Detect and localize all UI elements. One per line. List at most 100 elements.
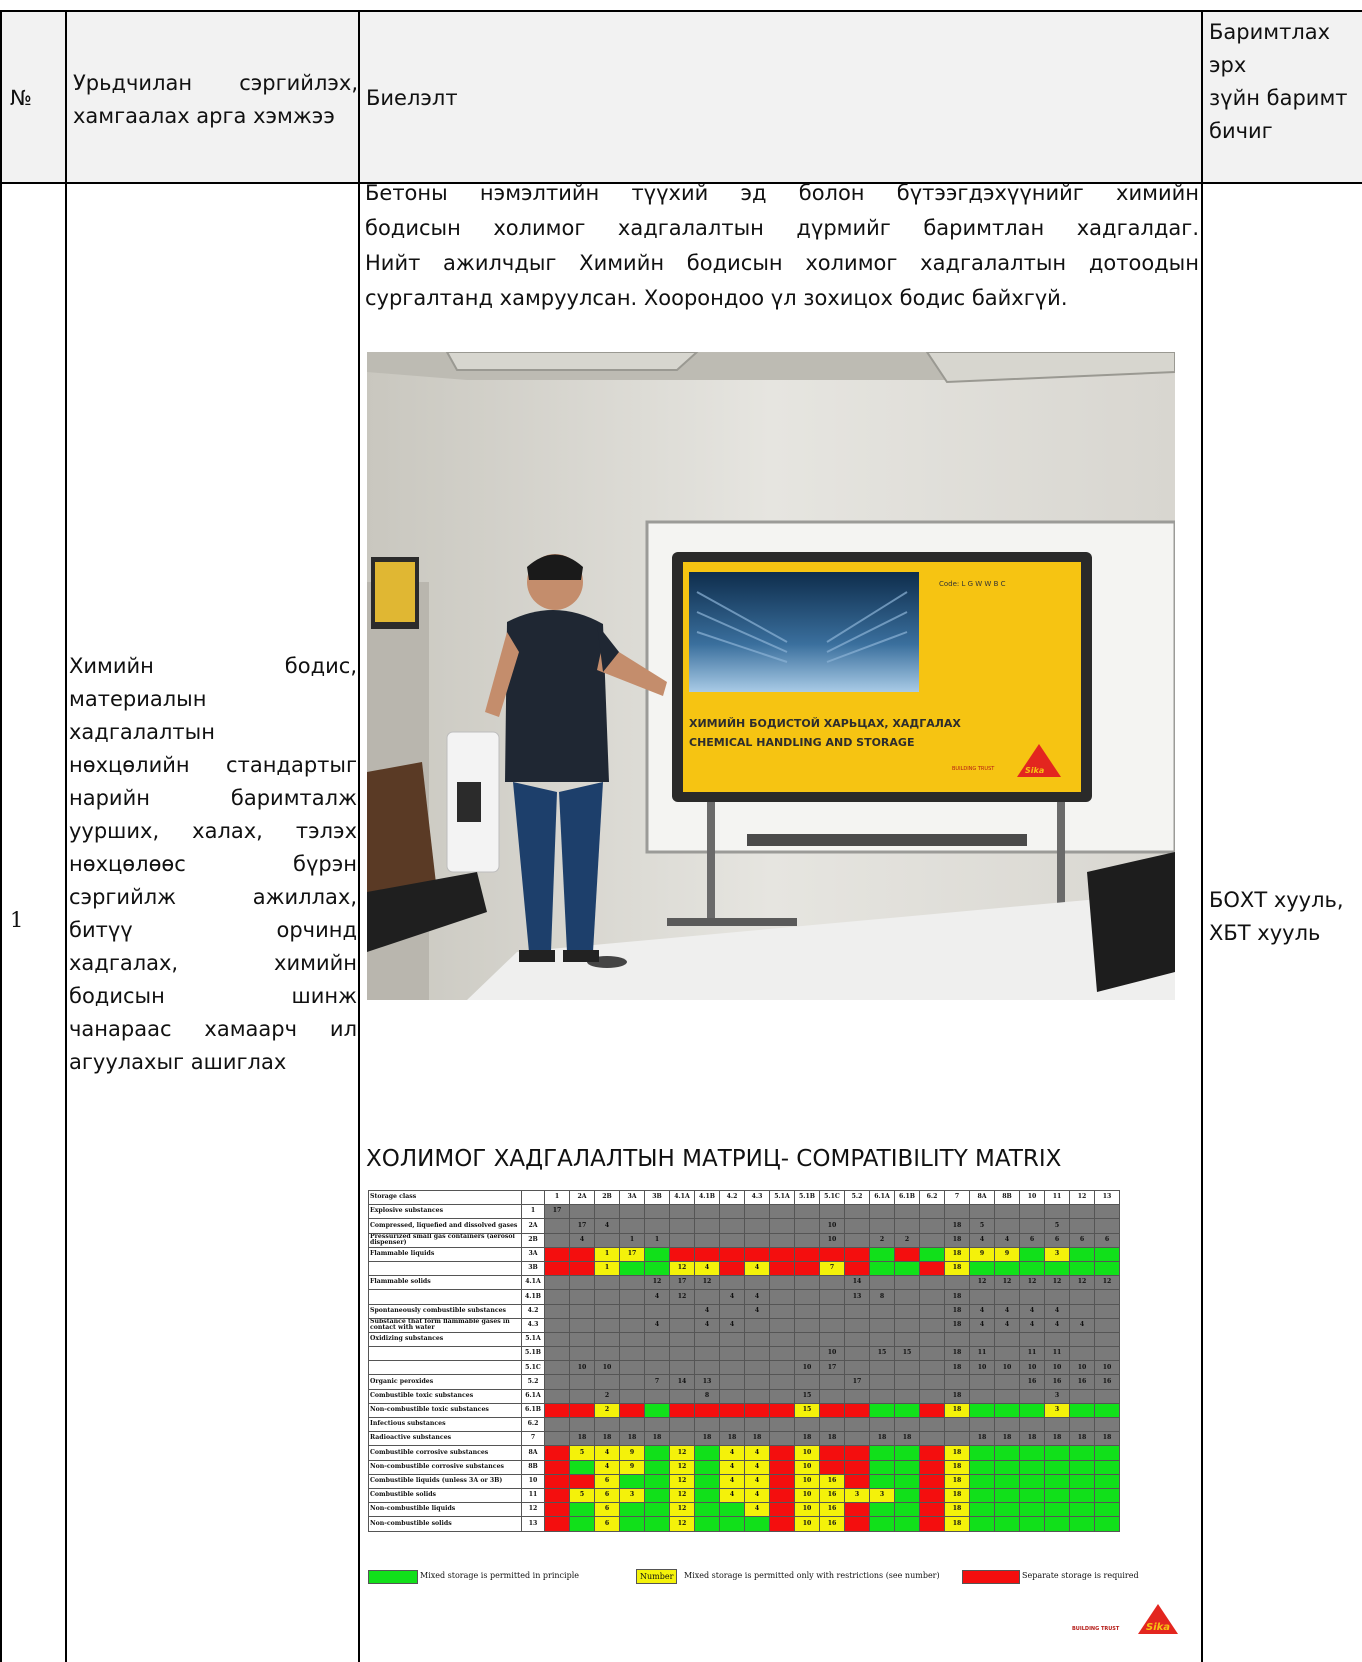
matrix-cell <box>1019 1459 1045 1475</box>
matrix-cell <box>569 1416 595 1433</box>
implementation-line: бодисын холимог хадгалалтын дүрмийг бари… <box>365 216 1199 240</box>
matrix-row-class: 6.1A <box>521 1388 545 1404</box>
matrix-cell: 15 <box>894 1346 920 1362</box>
matrix-cell: 6 <box>594 1487 620 1504</box>
matrix-cell <box>819 1317 845 1333</box>
matrix-cell <box>569 1374 595 1390</box>
matrix-cell <box>594 1204 620 1220</box>
matrix-cell: 4 <box>644 1317 670 1333</box>
matrix-cell: 18 <box>944 1459 970 1475</box>
matrix-row-class: 7 <box>521 1431 545 1447</box>
matrix-cell <box>669 1204 695 1220</box>
matrix-cell <box>919 1445 945 1461</box>
matrix-cell <box>869 1317 895 1333</box>
matrix-cell: 4 <box>719 1317 745 1333</box>
matrix-cell <box>769 1388 795 1404</box>
matrix-column-header: 7 <box>944 1189 970 1206</box>
matrix-cell <box>644 1218 670 1234</box>
matrix-cell <box>844 1218 870 1234</box>
matrix-cell <box>1094 1502 1120 1518</box>
matrix-cell <box>669 1346 695 1362</box>
matrix-cell <box>944 1204 970 1220</box>
matrix-row-class: 4.1B <box>521 1289 545 1305</box>
matrix-row: Flammable solids 4.1A 12 17 12 14 12 12 12 12 12 12 <box>368 1275 1120 1291</box>
measure-line: ууршиx, халах, тэлэх <box>69 819 357 843</box>
matrix-cell: 18 <box>994 1431 1020 1447</box>
matrix-cell <box>994 1473 1020 1489</box>
matrix-cell <box>1069 1289 1095 1305</box>
matrix-cell: 12 <box>694 1275 720 1291</box>
matrix-cell <box>1069 1502 1095 1518</box>
matrix-row-label: Substance that form flammable gases in c… <box>368 1317 522 1333</box>
matrix-cell: 9 <box>619 1445 645 1461</box>
matrix-cell <box>794 1260 820 1277</box>
matrix-cell <box>744 1516 770 1532</box>
matrix-cell: 15 <box>794 1388 820 1404</box>
matrix-row-label: Radioactive substances <box>368 1431 522 1447</box>
matrix-cell <box>619 1388 645 1404</box>
matrix-cell: 16 <box>819 1487 845 1504</box>
matrix-cell <box>969 1402 995 1419</box>
matrix-cell <box>844 1360 870 1376</box>
matrix-row-class: 2B <box>521 1232 545 1248</box>
matrix-cell: 4 <box>994 1303 1020 1319</box>
matrix-cell <box>719 1204 745 1220</box>
matrix-cell <box>619 1402 645 1419</box>
document-line: БОХТ хууль, <box>1209 888 1344 912</box>
matrix-cell <box>794 1246 820 1262</box>
matrix-cell <box>694 1289 720 1305</box>
matrix-cell <box>644 1416 670 1433</box>
matrix-cell: 2 <box>594 1402 620 1419</box>
matrix-caption: ХОЛИМОГ ХАДГАЛАЛТЫН МАТРИЦ- COMPATIBILIT… <box>366 1146 1062 1172</box>
measure-line: хадгалалтын <box>69 720 215 744</box>
matrix-cell <box>1044 1516 1070 1532</box>
matrix-cell <box>994 1487 1020 1504</box>
matrix-cell <box>769 1402 795 1419</box>
matrix-row-class: 4.3 <box>521 1317 545 1333</box>
matrix-cell: 18 <box>869 1431 895 1447</box>
matrix-cell <box>969 1388 995 1404</box>
matrix-cell <box>844 1232 870 1248</box>
matrix-cell <box>669 1388 695 1404</box>
matrix-cell: 10 <box>794 1459 820 1475</box>
matrix-cell <box>844 1346 870 1362</box>
matrix-cell <box>919 1360 945 1376</box>
matrix-cell: 18 <box>819 1431 845 1447</box>
matrix-cell <box>1069 1204 1095 1220</box>
matrix-cell: 12 <box>669 1260 695 1277</box>
matrix-cell: 6 <box>1044 1232 1070 1248</box>
matrix-cell: 4 <box>1019 1317 1045 1333</box>
matrix-cell <box>969 1502 995 1518</box>
matrix-cell: 5 <box>1044 1218 1070 1234</box>
matrix-cell: 18 <box>944 1246 970 1262</box>
matrix-cell: 11 <box>1044 1346 1070 1362</box>
matrix-row: Combustible toxic substances 6.1A 2 8 15 18 3 <box>368 1388 1120 1404</box>
matrix-cell <box>844 1459 870 1475</box>
matrix-cell: 11 <box>969 1346 995 1362</box>
matrix-cell <box>644 1487 670 1504</box>
matrix-column-header: 3A <box>619 1189 645 1206</box>
matrix-cell <box>769 1360 795 1376</box>
matrix-row: Combustible liquids (unless 3A or 3B) 10 6… <box>368 1473 1120 1489</box>
matrix-cell <box>919 1459 945 1475</box>
matrix-column-header: 5.2 <box>844 1189 870 1206</box>
matrix-cell <box>669 1416 695 1433</box>
matrix-cell <box>569 1260 595 1277</box>
header-document-line: бичиг <box>1209 119 1273 143</box>
matrix-cell <box>969 1260 995 1277</box>
row-measure-cell: Химийн бодис, материалын хадгалалтын нөх… <box>65 182 360 1662</box>
matrix-column-header: 2A <box>569 1189 595 1206</box>
matrix-row-class: 8B <box>521 1459 545 1475</box>
matrix-cell <box>569 1459 595 1475</box>
matrix-cell <box>769 1416 795 1433</box>
implementation-text: Бетоны нэмэлтийн түүхий эд болон бүтээгд… <box>365 176 1199 316</box>
matrix-cell <box>1019 1516 1045 1532</box>
matrix-row-class: 3A <box>521 1246 545 1262</box>
matrix-cell <box>969 1331 995 1348</box>
matrix-cell: 3 <box>619 1487 645 1504</box>
matrix-row-label: Explosive substances <box>368 1204 522 1220</box>
matrix-cell <box>1044 1445 1070 1461</box>
matrix-cell <box>844 1331 870 1348</box>
matrix-cell <box>769 1289 795 1305</box>
matrix-logo-text: Sika <box>1146 1622 1170 1633</box>
